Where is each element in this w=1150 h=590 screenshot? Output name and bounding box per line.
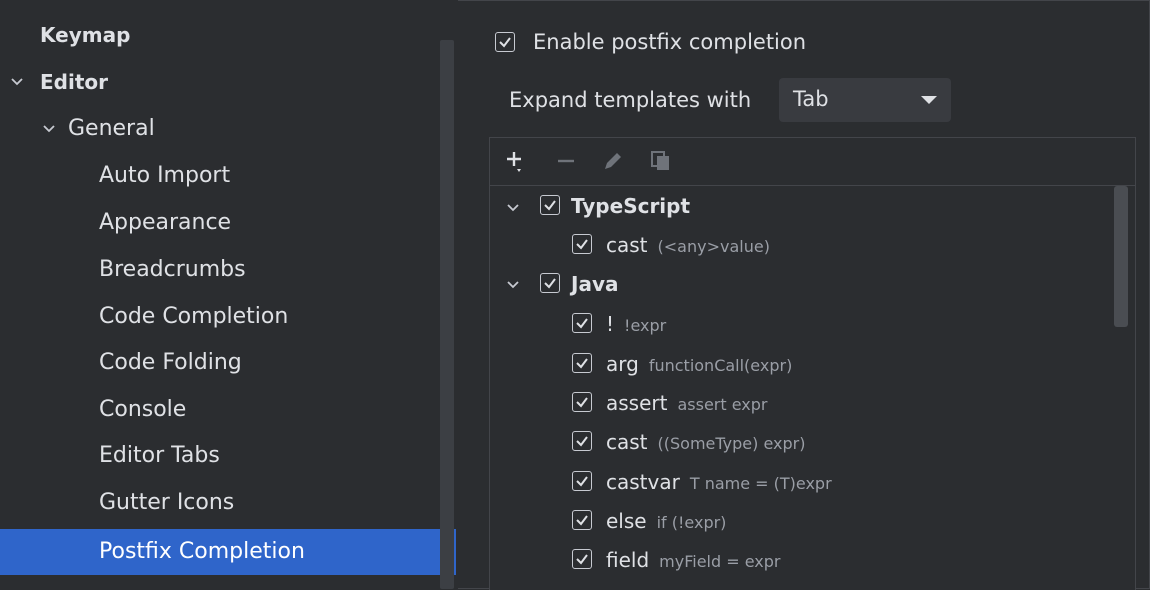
edit-icon[interactable] xyxy=(600,148,626,174)
tree-row[interactable]: field myField = expr xyxy=(606,548,780,572)
expand-templates-label: Expand templates with xyxy=(509,88,752,112)
checkmark-icon xyxy=(576,515,588,526)
checkmark-icon xyxy=(544,278,556,289)
template-checkbox[interactable] xyxy=(572,549,592,569)
templates-toolbar xyxy=(490,138,1135,186)
nav-item-breadcrumbs[interactable]: Breadcrumbs xyxy=(99,257,246,283)
tree-row[interactable]: else if (!expr) xyxy=(606,509,726,533)
template-checkbox[interactable] xyxy=(572,313,592,333)
add-icon[interactable] xyxy=(503,148,529,174)
tree-row[interactable]: cast ((SomeType) expr) xyxy=(606,430,805,454)
nav-item-label: Postfix Completion xyxy=(99,539,305,564)
dropdown-arrow-icon xyxy=(921,96,937,104)
templates-scrollbar[interactable] xyxy=(1114,186,1128,327)
template-checkbox[interactable] xyxy=(572,431,592,451)
tree-row[interactable]: ! !expr xyxy=(606,312,666,336)
chevron-down-icon[interactable] xyxy=(506,278,520,292)
checkmark-icon xyxy=(576,239,588,250)
nav-item-code-folding[interactable]: Code Folding xyxy=(99,350,242,376)
nav-item-editor[interactable]: Editor xyxy=(40,69,108,95)
checkmark-icon xyxy=(544,200,556,211)
checkmark-icon xyxy=(576,476,588,487)
nav-item-keymap[interactable]: Keymap xyxy=(40,22,130,48)
group-checkbox[interactable] xyxy=(540,195,560,215)
enable-postfix-label[interactable]: Enable postfix completion xyxy=(533,30,806,54)
templates-panel: TypeScript cast (<any>value) Java ! !expr … xyxy=(489,137,1136,590)
checkmark-icon xyxy=(576,318,588,329)
expand-templates-dropdown[interactable]: Tab xyxy=(779,78,951,122)
tree-row[interactable]: castvar T name = (T)expr xyxy=(606,470,832,494)
nav-item-postfix-completion[interactable]: Postfix Completion xyxy=(0,529,456,575)
template-checkbox[interactable] xyxy=(572,353,592,373)
nav-item-console[interactable]: Console xyxy=(99,397,186,423)
checkmark-icon xyxy=(576,554,588,565)
tree-row[interactable]: arg functionCall(expr) xyxy=(606,352,792,376)
template-checkbox[interactable] xyxy=(572,392,592,412)
chevron-down-icon[interactable] xyxy=(10,75,24,89)
checkmark-icon xyxy=(576,436,588,447)
tree-group-java[interactable]: Java xyxy=(571,272,618,296)
nav-item-general[interactable]: General xyxy=(68,116,155,142)
checkmark-icon xyxy=(576,358,588,369)
template-checkbox[interactable] xyxy=(572,510,592,530)
copy-icon[interactable] xyxy=(648,148,674,174)
nav-item-gutter-icons[interactable]: Gutter Icons xyxy=(99,490,234,516)
nav-item-auto-import[interactable]: Auto Import xyxy=(99,163,230,189)
chevron-down-icon[interactable] xyxy=(506,201,520,215)
enable-postfix-checkbox[interactable] xyxy=(495,32,515,52)
chevron-down-icon[interactable] xyxy=(42,122,56,136)
template-checkbox[interactable] xyxy=(572,234,592,254)
nav-item-editor-tabs[interactable]: Editor Tabs xyxy=(99,443,220,469)
nav-item-appearance[interactable]: Appearance xyxy=(99,210,231,236)
tree-row[interactable]: assert assert expr xyxy=(606,391,768,415)
nav-item-code-completion[interactable]: Code Completion xyxy=(99,304,288,330)
template-checkbox[interactable] xyxy=(572,471,592,491)
remove-icon[interactable] xyxy=(553,148,579,174)
checkmark-icon xyxy=(499,37,511,48)
checkmark-icon xyxy=(576,397,588,408)
nav-scrollbar[interactable] xyxy=(440,40,454,589)
settings-nav: Keymap Editor General Auto Import Appear… xyxy=(0,0,458,589)
group-checkbox[interactable] xyxy=(540,273,560,293)
tree-group-typescript[interactable]: TypeScript xyxy=(571,194,690,218)
dropdown-value: Tab xyxy=(793,87,829,111)
tree-row[interactable]: cast (<any>value) xyxy=(606,233,770,257)
